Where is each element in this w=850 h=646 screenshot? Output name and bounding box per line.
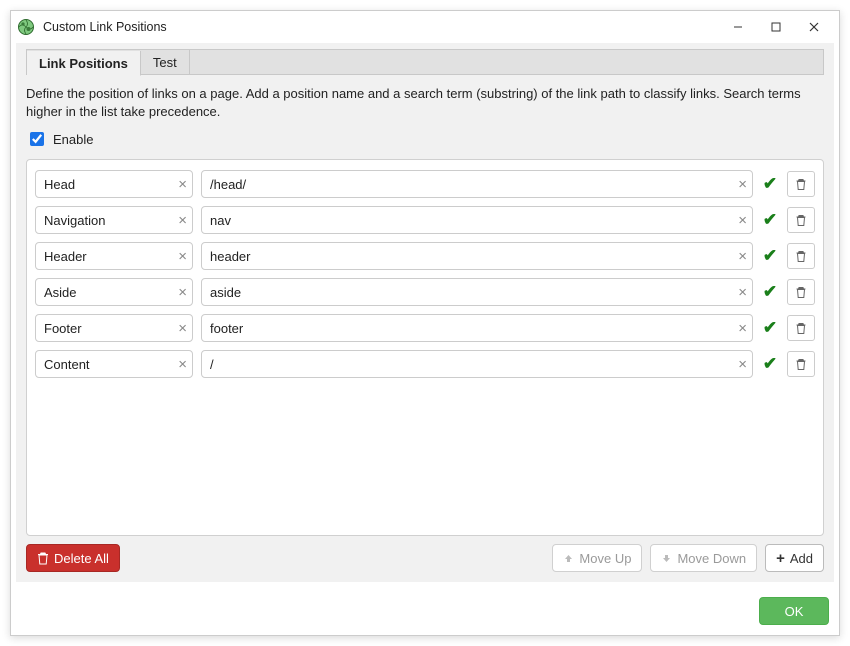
move-up-label: Move Up	[579, 551, 631, 566]
list-footer: Delete All Move Up Move Down + Add	[26, 536, 824, 572]
search-term-input[interactable]	[201, 278, 753, 306]
position-row: × × ✔	[33, 202, 817, 238]
search-term-wrapper: ×	[201, 314, 753, 342]
window-title: Custom Link Positions	[43, 20, 719, 34]
clear-icon[interactable]: ×	[738, 176, 747, 193]
dialog-button-bar: OK	[11, 587, 839, 635]
trash-icon	[795, 322, 807, 335]
position-name-input[interactable]	[35, 314, 193, 342]
position-name-input[interactable]	[35, 206, 193, 234]
search-term-wrapper: ×	[201, 242, 753, 270]
valid-check-icon: ✔	[761, 210, 779, 230]
add-button[interactable]: + Add	[765, 544, 824, 572]
position-name-wrapper: ×	[35, 242, 193, 270]
position-name-wrapper: ×	[35, 314, 193, 342]
clear-icon[interactable]: ×	[738, 248, 747, 265]
delete-row-button[interactable]	[787, 315, 815, 341]
position-name-wrapper: ×	[35, 206, 193, 234]
plus-icon: +	[776, 551, 785, 566]
search-term-wrapper: ×	[201, 350, 753, 378]
search-term-input[interactable]	[201, 314, 753, 342]
clear-icon[interactable]: ×	[178, 284, 187, 301]
clear-icon[interactable]: ×	[738, 356, 747, 373]
position-name-input[interactable]	[35, 278, 193, 306]
valid-check-icon: ✔	[761, 282, 779, 302]
tab-test[interactable]: Test	[141, 50, 190, 74]
arrow-up-icon	[563, 553, 574, 564]
arrow-down-icon	[661, 553, 672, 564]
delete-row-button[interactable]	[787, 243, 815, 269]
trash-icon	[795, 358, 807, 371]
delete-all-label: Delete All	[54, 551, 109, 566]
valid-check-icon: ✔	[761, 174, 779, 194]
rows-container: × × ✔ × × ✔ × × ✔ × × ✔ × × ✔ × × ✔	[26, 159, 824, 536]
search-term-input[interactable]	[201, 170, 753, 198]
clear-icon[interactable]: ×	[738, 212, 747, 229]
search-term-wrapper: ×	[201, 278, 753, 306]
clear-icon[interactable]: ×	[178, 212, 187, 229]
position-row: × × ✔	[33, 346, 817, 382]
position-name-wrapper: ×	[35, 170, 193, 198]
enable-label: Enable	[53, 132, 93, 147]
move-up-button[interactable]: Move Up	[552, 544, 642, 572]
minimize-button[interactable]	[719, 13, 757, 41]
trash-icon	[795, 250, 807, 263]
position-row: × × ✔	[33, 310, 817, 346]
window: Custom Link Positions Link Positions Tes…	[10, 10, 840, 636]
clear-icon[interactable]: ×	[178, 320, 187, 337]
clear-icon[interactable]: ×	[738, 284, 747, 301]
position-row: × × ✔	[33, 238, 817, 274]
position-name-wrapper: ×	[35, 350, 193, 378]
position-name-wrapper: ×	[35, 278, 193, 306]
valid-check-icon: ✔	[761, 354, 779, 374]
search-term-input[interactable]	[201, 350, 753, 378]
position-name-input[interactable]	[35, 350, 193, 378]
search-term-wrapper: ×	[201, 170, 753, 198]
delete-row-button[interactable]	[787, 279, 815, 305]
ok-label: OK	[785, 604, 804, 619]
maximize-button[interactable]	[757, 13, 795, 41]
description-text: Define the position of links on a page. …	[26, 85, 824, 121]
move-down-button[interactable]: Move Down	[650, 544, 757, 572]
trash-icon	[795, 178, 807, 191]
trash-icon	[795, 214, 807, 227]
search-term-input[interactable]	[201, 206, 753, 234]
trash-icon	[795, 286, 807, 299]
position-name-input[interactable]	[35, 170, 193, 198]
position-row: × × ✔	[33, 166, 817, 202]
position-row: × × ✔	[33, 274, 817, 310]
search-term-wrapper: ×	[201, 206, 753, 234]
titlebar: Custom Link Positions	[11, 11, 839, 43]
app-icon	[17, 18, 35, 36]
valid-check-icon: ✔	[761, 318, 779, 338]
clear-icon[interactable]: ×	[178, 248, 187, 265]
trash-icon	[37, 552, 49, 565]
clear-icon[interactable]: ×	[178, 176, 187, 193]
delete-row-button[interactable]	[787, 171, 815, 197]
ok-button[interactable]: OK	[759, 597, 829, 625]
add-label: Add	[790, 551, 813, 566]
enable-row: Enable	[26, 129, 824, 149]
move-down-label: Move Down	[677, 551, 746, 566]
tab-label: Link Positions	[39, 56, 128, 71]
tab-link-positions[interactable]: Link Positions	[27, 51, 141, 76]
clear-icon[interactable]: ×	[738, 320, 747, 337]
delete-row-button[interactable]	[787, 207, 815, 233]
enable-checkbox[interactable]	[30, 132, 44, 146]
content-area: Link Positions Test Define the position …	[16, 43, 834, 582]
search-term-input[interactable]	[201, 242, 753, 270]
position-name-input[interactable]	[35, 242, 193, 270]
window-controls	[719, 13, 833, 41]
tabstrip: Link Positions Test	[26, 49, 824, 75]
delete-all-button[interactable]: Delete All	[26, 544, 120, 572]
delete-row-button[interactable]	[787, 351, 815, 377]
valid-check-icon: ✔	[761, 246, 779, 266]
clear-icon[interactable]: ×	[178, 356, 187, 373]
close-button[interactable]	[795, 13, 833, 41]
tab-label: Test	[153, 55, 177, 70]
